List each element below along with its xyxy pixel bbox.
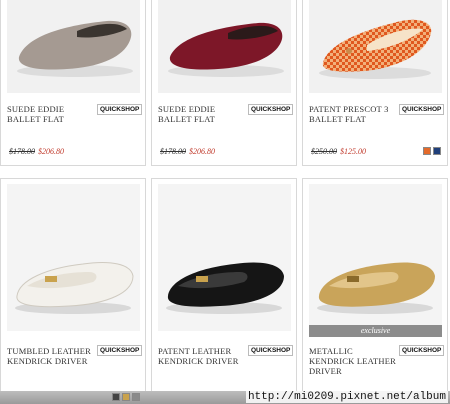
product-name[interactable]: TUMBLED LEATHER KENDRICK DRIVER (7, 346, 95, 366)
product-card: SUEDE EDDIE BALLET FLAT QUICKSHOP $178.0… (0, 0, 146, 166)
quickshop-button[interactable]: QUICKSHOP (248, 104, 294, 115)
product-name[interactable]: PATENT PRESCOT 3 BALLET FLAT (309, 104, 397, 124)
product-image[interactable] (158, 0, 291, 93)
original-price: $250.00 (311, 147, 337, 156)
ballet-flat-taupe-icon (17, 20, 133, 77)
price: $250.00 $125.00 (311, 147, 366, 156)
quickshop-button[interactable]: QUICKSHOP (97, 104, 143, 115)
product-image[interactable] (7, 184, 140, 331)
exclusive-badge: exclusive (309, 325, 442, 337)
ballet-flat-orange-check-icon (319, 19, 432, 79)
original-price: $178.00 (160, 147, 186, 156)
product-card: exclusive METALLIC KENDRICK LEATHER DRIV… (302, 178, 448, 404)
product-image[interactable] (7, 0, 140, 93)
product-name[interactable]: SUEDE EDDIE BALLET FLAT (158, 104, 246, 124)
watermark-url: http://mi0209.pixnet.net/album (245, 391, 448, 403)
product-image[interactable] (158, 184, 291, 331)
product-name[interactable]: METALLIC KENDRICK LEATHER DRIVER (309, 346, 397, 376)
product-image[interactable] (309, 0, 442, 93)
sale-price: $206.80 (38, 147, 64, 156)
driver-loafer-white-icon (15, 262, 134, 314)
product-card: PATENT PRESCOT 3 BALLET FLAT QUICKSHOP $… (302, 0, 448, 166)
original-price: $178.00 (9, 147, 35, 156)
product-card: TUMBLED LEATHER KENDRICK DRIVER QUICKSHO… (0, 178, 146, 404)
product-card: PATENT LEATHER KENDRICK DRIVER QUICKSHOP (151, 178, 297, 404)
color-swatch[interactable] (132, 393, 140, 401)
color-swatch[interactable] (122, 393, 130, 401)
color-swatch[interactable] (112, 393, 120, 401)
quickshop-button[interactable]: QUICKSHOP (399, 345, 445, 356)
product-card: SUEDE EDDIE BALLET FLAT QUICKSHOP $178.0… (151, 0, 297, 166)
quickshop-button[interactable]: QUICKSHOP (399, 104, 445, 115)
quickshop-button[interactable]: QUICKSHOP (97, 345, 143, 356)
product-name[interactable]: SUEDE EDDIE BALLET FLAT (7, 104, 95, 124)
quickshop-button[interactable]: QUICKSHOP (248, 345, 294, 356)
product-grid: SUEDE EDDIE BALLET FLAT QUICKSHOP $178.0… (0, 0, 450, 404)
driver-loafer-gold-icon (317, 262, 435, 314)
product-name[interactable]: PATENT LEATHER KENDRICK DRIVER (158, 346, 246, 366)
price: $178.00 $206.80 (9, 147, 64, 156)
color-swatches (423, 147, 441, 155)
sale-price: $125.00 (340, 147, 366, 156)
color-swatch[interactable] (423, 147, 431, 155)
ballet-flat-burgundy-icon (168, 22, 284, 77)
driver-loafer-black-icon (166, 262, 284, 314)
sale-price: $206.80 (189, 147, 215, 156)
color-swatch[interactable] (433, 147, 441, 155)
price: $178.00 $206.80 (160, 147, 215, 156)
product-image[interactable] (309, 184, 442, 331)
